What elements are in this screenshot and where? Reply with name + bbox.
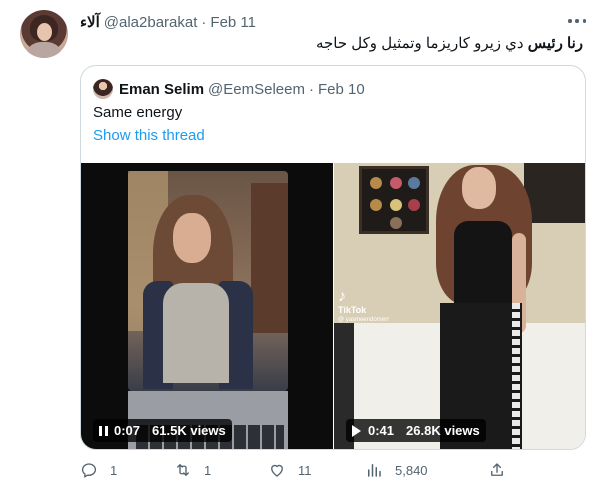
views-button[interactable]: 5,840 xyxy=(365,459,428,481)
wall-frame xyxy=(359,166,429,234)
quote-author-avatar xyxy=(93,79,113,99)
tweet[interactable]: آلاء @ala2barakat · Feb 11 رنا رئيس دي ز… xyxy=(0,0,593,483)
author-name[interactable]: آلاء xyxy=(80,13,100,31)
video-2-badge[interactable]: 0:41 26.8K views xyxy=(346,419,486,442)
play-icon[interactable] xyxy=(352,424,361,437)
quote-author-name: Eman Selim xyxy=(119,80,205,98)
quote-header-separator: · xyxy=(308,80,314,98)
retweet-icon xyxy=(177,464,189,476)
video-2-views: 26.8K views xyxy=(406,423,480,438)
quote-date: Feb 10 xyxy=(317,80,365,98)
tweet-actions: 1 1 11 5,840 xyxy=(80,459,590,481)
tweet-header: آلاء @ala2barakat · Feb 11 xyxy=(80,12,256,32)
retweet-button[interactable]: 1 xyxy=(174,459,211,481)
views-chart-icon xyxy=(368,464,381,477)
retweet-count: 1 xyxy=(204,462,212,478)
pause-icon[interactable] xyxy=(99,425,108,436)
tiktok-user: @ yasmeendomerr xyxy=(338,317,390,323)
tweet-text: رنا رئيس دي زيرو كاريزما وتمثيل وكل حاجه xyxy=(316,34,583,52)
author-avatar[interactable] xyxy=(20,10,68,58)
reply-button[interactable]: 1 xyxy=(80,459,117,481)
quote-header: Eman Selim @EemSeleem · Feb 10 xyxy=(119,79,365,99)
tiktok-watermark: ♪ TikTok @ yasmeendomerr xyxy=(338,289,389,325)
video-1-badge[interactable]: 0:07 61.5K views xyxy=(93,419,232,442)
quoted-tweet[interactable]: Eman Selim @EemSeleem · Feb 10 Same ener… xyxy=(80,65,586,450)
author-handle[interactable]: @ala2barakat xyxy=(104,14,198,31)
tiktok-label: TikTok xyxy=(338,305,367,315)
video-1-duration: 0:07 xyxy=(114,423,141,438)
video-player-2[interactable]: ♪ TikTok @ yasmeendomerr 0:41 26.8K view… xyxy=(334,163,585,449)
tiktok-icon: ♪ xyxy=(338,288,346,305)
tweet-text-rest: دي زيرو كاريزما وتمثيل وكل حاجه xyxy=(315,35,528,52)
heart-icon xyxy=(271,464,283,477)
reply-count: 1 xyxy=(110,462,118,478)
header-separator: · xyxy=(201,13,207,31)
video-1-views: 61.5K views xyxy=(152,423,226,438)
video-player-1[interactable]: 0:07 61.5K views xyxy=(81,163,333,449)
like-button[interactable]: 11 xyxy=(268,459,312,481)
share-icon xyxy=(491,463,503,476)
quote-text: Same energy xyxy=(93,104,183,121)
share-button[interactable] xyxy=(488,459,518,481)
more-options-icon[interactable] xyxy=(566,12,588,30)
show-thread-link[interactable]: Show this thread xyxy=(93,127,205,144)
views-count: 5,840 xyxy=(395,462,428,478)
quote-author-handle: @EemSeleem xyxy=(208,80,305,98)
reply-icon xyxy=(81,463,97,478)
like-count: 11 xyxy=(298,462,312,478)
tweet-text-bold: رنا رئيس xyxy=(527,35,583,52)
tweet-date[interactable]: Feb 11 xyxy=(210,14,256,31)
video-2-duration: 0:41 xyxy=(368,423,395,438)
